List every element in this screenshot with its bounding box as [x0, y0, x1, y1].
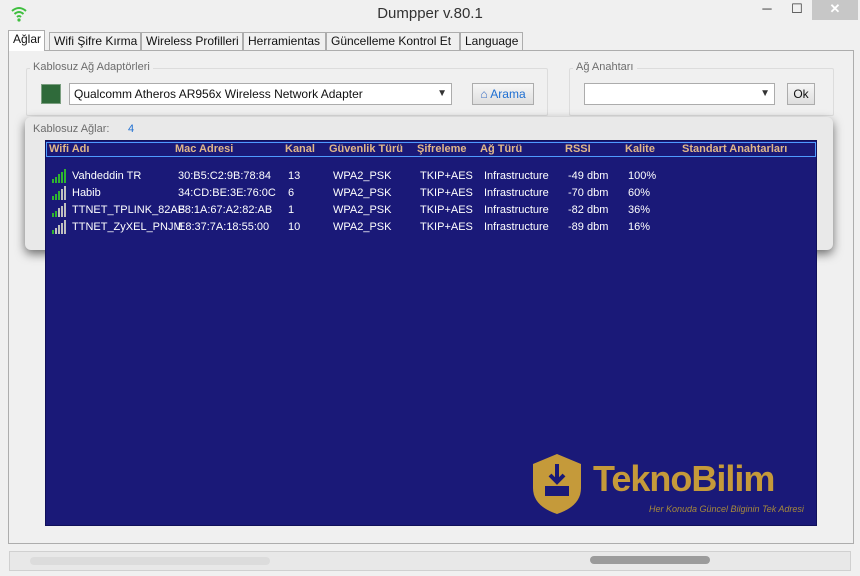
key-select[interactable]: ▼: [584, 83, 775, 105]
cell-type: Infrastructure: [484, 221, 549, 233]
column-header-channel[interactable]: Kanal: [285, 143, 315, 155]
minimize-button[interactable]: ─: [752, 0, 782, 20]
column-header-rssi[interactable]: RSSI: [565, 143, 591, 155]
cell-security: WPA2_PSK: [333, 204, 392, 216]
tab-language[interactable]: Language: [460, 32, 523, 50]
close-button[interactable]: ✕: [812, 0, 858, 20]
networks-label: Kablosuz Ağlar:: [33, 123, 110, 135]
cell-ssid: Habib: [72, 187, 101, 199]
column-header-mac[interactable]: Mac Adresi: [175, 143, 233, 155]
cell-rssi: -49 dbm: [568, 170, 609, 182]
cell-quality: 16%: [628, 221, 651, 233]
status-blur-dark: [590, 556, 710, 564]
window-title: Dumpper v.80.1: [377, 5, 483, 22]
maximize-button[interactable]: ☐: [782, 0, 812, 20]
cell-mac: F8:1A:67:A2:82:AB: [178, 204, 273, 216]
watermark-brand: TeknoBilim: [593, 458, 775, 499]
status-blur: [30, 557, 270, 565]
tab-networks[interactable]: Ağlar: [8, 30, 45, 51]
watermark-logo: TeknoBilim Her Konuda Güncel Bilginin Te…: [531, 452, 821, 520]
cell-quality: 100%: [628, 170, 657, 182]
cell-rssi: -70 dbm: [568, 187, 609, 199]
column-header-security[interactable]: Güvenlik Türü: [329, 143, 403, 155]
signal-strength-icon: [52, 203, 66, 217]
search-button-label: Arama: [490, 87, 526, 101]
column-header-network-type[interactable]: Ağ Türü: [480, 143, 522, 155]
cell-ssid: Vahdeddin TR: [72, 170, 142, 182]
cell-channel: 6: [288, 187, 295, 199]
cell-channel: 10: [288, 221, 301, 233]
signal-strength-icon: [52, 186, 66, 200]
cell-rssi: -82 dbm: [568, 204, 609, 216]
cell-mac: 34:CD:BE:3E:76:0C: [178, 187, 276, 199]
networks-count: 4: [128, 123, 135, 135]
cell-rssi: -89 dbm: [568, 221, 609, 233]
cell-type: Infrastructure: [484, 170, 549, 182]
cell-quality: 60%: [628, 187, 651, 199]
tab-update-check[interactable]: Güncelleme Kontrol Et: [326, 32, 460, 50]
cell-encryption: TKIP+AES: [420, 187, 473, 199]
signal-strength-icon: [52, 169, 66, 183]
cell-security: WPA2_PSK: [333, 221, 392, 233]
shield-logo-icon: [533, 454, 581, 514]
cell-ssid: TTNET_TPLINK_82AB: [72, 204, 186, 216]
cell-channel: 13: [288, 170, 301, 182]
column-header-standard-keys[interactable]: Standart Anahtarları: [682, 143, 787, 155]
search-button[interactable]: ⌂ Arama: [472, 83, 534, 105]
chevron-down-icon: ▼: [437, 88, 447, 99]
adapter-selected-value: Qualcomm Atheros AR956x Wireless Network…: [74, 87, 363, 101]
column-header-ssid[interactable]: Wifi Adı: [49, 143, 89, 155]
tab-wireless-profiles[interactable]: Wireless Profilleri: [141, 32, 243, 50]
cell-encryption: TKIP+AES: [420, 204, 473, 216]
cell-ssid: TTNET_ZyXEL_PNJM: [72, 221, 183, 233]
key-group-label: Ağ Anahtarı: [573, 61, 637, 73]
ok-button[interactable]: Ok: [787, 83, 815, 105]
title-bar: Dumpper v.80.1 ─ ☐ ✕: [0, 0, 860, 28]
cell-channel: 1: [288, 204, 295, 216]
cell-security: WPA2_PSK: [333, 187, 392, 199]
tab-tools[interactable]: Herramientas: [243, 32, 326, 50]
cell-encryption: TKIP+AES: [420, 221, 473, 233]
adapter-select[interactable]: Qualcomm Atheros AR956x Wireless Network…: [69, 83, 452, 105]
cell-mac: E8:37:7A:18:55:00: [178, 221, 270, 233]
chevron-down-icon: ▼: [760, 88, 770, 99]
cell-type: Infrastructure: [484, 204, 549, 216]
cell-quality: 36%: [628, 204, 651, 216]
adapter-group-label: Kablosuz Ağ Adaptörleri: [30, 61, 153, 73]
network-adapter-icon: [41, 84, 61, 104]
cell-type: Infrastructure: [484, 187, 549, 199]
signal-strength-icon: [52, 220, 66, 234]
antenna-icon: ⌂: [480, 87, 488, 101]
column-header-encryption[interactable]: Şifreleme: [417, 143, 467, 155]
cell-encryption: TKIP+AES: [420, 170, 473, 182]
cell-mac: 30:B5:C2:9B:78:84: [178, 170, 271, 182]
watermark-tagline: Her Konuda Güncel Bilginin Tek Adresi: [649, 504, 804, 514]
cell-security: WPA2_PSK: [333, 170, 392, 182]
column-header-quality[interactable]: Kalite: [625, 143, 655, 155]
tab-wifi-crack[interactable]: Wifi Şifre Kırma: [49, 32, 141, 50]
